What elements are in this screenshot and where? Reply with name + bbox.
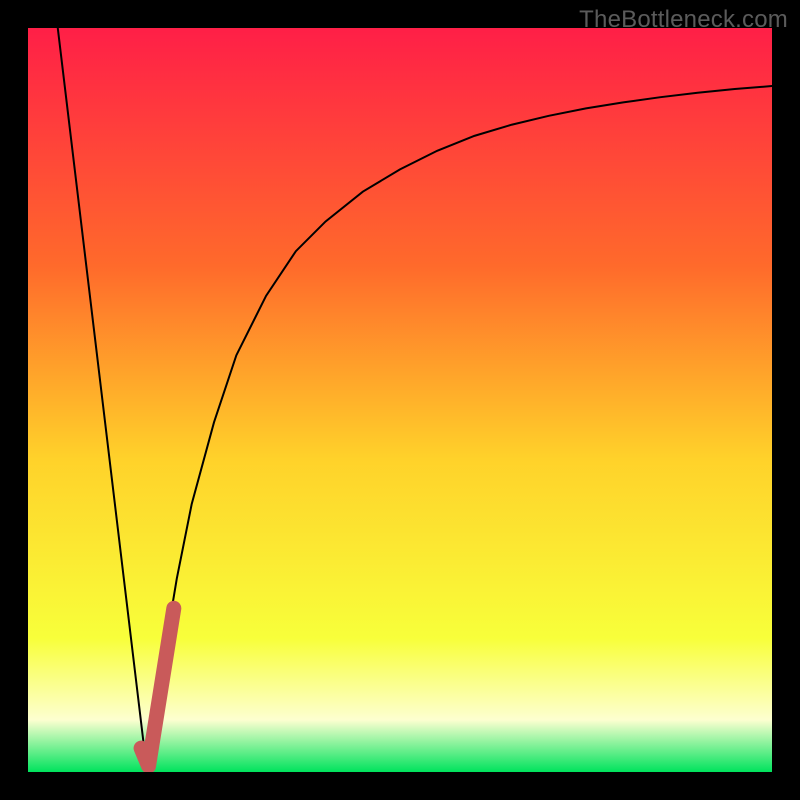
plot-area <box>28 28 772 772</box>
watermark-text: TheBottleneck.com <box>579 6 788 34</box>
bottleneck-chart <box>28 28 772 772</box>
gradient-background <box>28 28 772 772</box>
chart-frame: TheBottleneck.com <box>0 0 800 800</box>
